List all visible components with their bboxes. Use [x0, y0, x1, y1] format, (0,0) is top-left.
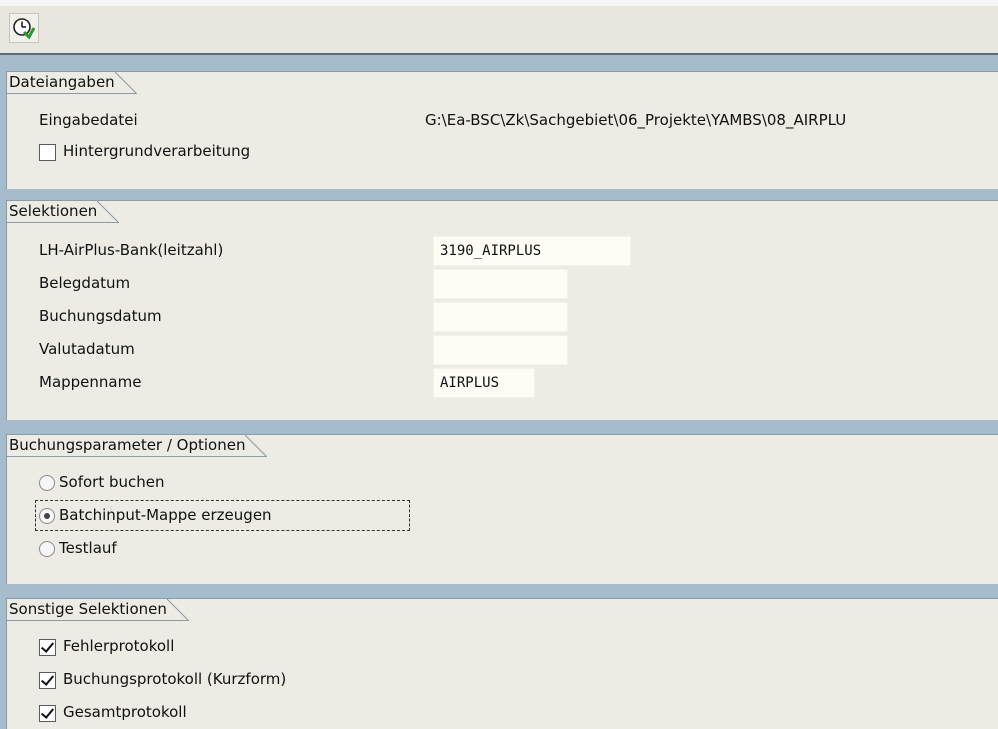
fehlerprotokoll-checkbox[interactable]: [39, 639, 56, 656]
application-toolbar: [0, 0, 998, 55]
group-title-selektionen: Selektionen: [7, 201, 120, 223]
group-selektionen: Selektionen LH-AirPlus-Bank(leitzahl) 31…: [6, 200, 998, 420]
batchinput-radio[interactable]: [39, 508, 55, 524]
buchungsdatum-label: Buchungsdatum: [39, 307, 162, 325]
group-title-buchungsparameter: Buchungsparameter / Optionen: [7, 435, 268, 457]
gesamtprotokoll-label: Gesamtprotokoll: [63, 703, 187, 721]
bank-input[interactable]: 3190_AIRPLUS: [433, 236, 631, 266]
sofort-buchen-radio[interactable]: [39, 475, 55, 491]
buchungsdatum-input[interactable]: [433, 302, 568, 332]
row-mappenname: Mappenname AIRPLUS: [7, 367, 998, 399]
row-belegdatum: Belegdatum: [7, 268, 998, 300]
eingabedatei-field[interactable]: G:\Ea-BSC\Zk\Sachgebiet\06_Projekte\YAMB…: [425, 111, 846, 129]
belegdatum-input[interactable]: [433, 269, 568, 299]
row-bank: LH-AirPlus-Bank(leitzahl) 3190_AIRPLUS: [7, 235, 998, 267]
hintergrundverarbeitung-label: Hintergrundverarbeitung: [63, 142, 251, 160]
batchinput-label: Batchinput-Mappe erzeugen: [59, 506, 272, 524]
row-fehlerprotokoll: Fehlerprotokoll: [7, 631, 998, 663]
group-title-dateiangaben: Dateiangaben: [7, 72, 137, 94]
row-buchungsdatum: Buchungsdatum: [7, 301, 998, 333]
gesamtprotokoll-checkbox[interactable]: [39, 705, 56, 722]
group-dateiangaben: Dateiangaben Eingabedatei G:\Ea-BSC\Zk\S…: [6, 71, 998, 189]
buchungsprotokoll-label: Buchungsprotokoll (Kurzform): [63, 670, 287, 688]
row-buchungsprotokoll: Buchungsprotokoll (Kurzform): [7, 664, 998, 696]
execute-clock-icon: [13, 18, 36, 40]
buchungsprotokoll-checkbox[interactable]: [39, 672, 56, 689]
testlauf-radio[interactable]: [39, 541, 55, 557]
row-gesamtprotokoll: Gesamtprotokoll: [7, 697, 998, 729]
group-sonstige-selektionen: Sonstige Selektionen Fehlerprotokoll Buc…: [6, 598, 998, 729]
radio-row-sofort-buchen[interactable]: Sofort buchen: [7, 467, 998, 499]
group-buchungsparameter: Buchungsparameter / Optionen Sofort buch…: [6, 434, 998, 584]
radio-row-testlauf[interactable]: Testlauf: [7, 533, 998, 565]
execute-button[interactable]: [9, 13, 39, 43]
testlauf-label: Testlauf: [59, 539, 117, 557]
row-valutadatum: Valutadatum: [7, 334, 998, 366]
hintergrundverarbeitung-checkbox[interactable]: [39, 144, 56, 161]
row-eingabedatei: Eingabedatei G:\Ea-BSC\Zk\Sachgebiet\06_…: [7, 105, 998, 137]
eingabedatei-label: Eingabedatei: [39, 111, 138, 129]
valutadatum-label: Valutadatum: [39, 340, 135, 358]
radio-row-batchinput[interactable]: Batchinput-Mappe erzeugen: [7, 500, 998, 532]
fehlerprotokoll-label: Fehlerprotokoll: [63, 637, 175, 655]
mappenname-input[interactable]: AIRPLUS: [433, 368, 535, 398]
belegdatum-label: Belegdatum: [39, 274, 131, 292]
row-hintergrundverarbeitung: Hintergrundverarbeitung: [7, 136, 998, 168]
bank-label: LH-AirPlus-Bank(leitzahl): [39, 241, 224, 259]
valutadatum-input[interactable]: [433, 335, 568, 365]
sofort-buchen-label: Sofort buchen: [59, 473, 165, 491]
group-title-sonstige: Sonstige Selektionen: [7, 599, 189, 621]
mappenname-label: Mappenname: [39, 373, 142, 391]
